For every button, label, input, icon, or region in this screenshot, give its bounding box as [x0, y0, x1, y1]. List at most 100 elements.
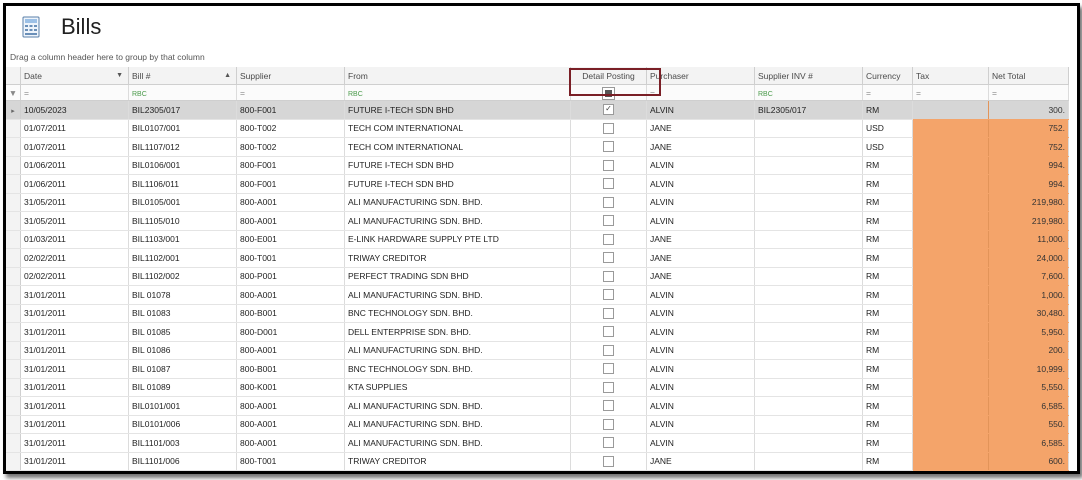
row-indicator[interactable]	[6, 285, 21, 305]
row-indicator[interactable]	[6, 248, 21, 268]
date-cell[interactable]: 31/01/2011	[20, 378, 129, 397]
detail-posting-cell[interactable]	[570, 322, 647, 342]
bill-cell[interactable]: BIL0101/006	[128, 415, 237, 434]
supplier-cell[interactable]: 800-A001	[236, 285, 345, 305]
currency-cell[interactable]: RM	[862, 156, 913, 175]
purchaser-cell[interactable]: ALVIN	[646, 193, 755, 212]
currency-cell[interactable]: RM	[862, 396, 913, 416]
supplier-cell[interactable]: 800-A001	[236, 396, 345, 416]
tax-cell[interactable]	[912, 378, 989, 397]
purchaser-cell[interactable]: JANE	[646, 267, 755, 286]
supplier-cell[interactable]: 800-A001	[236, 433, 345, 453]
row-indicator[interactable]	[6, 415, 21, 434]
currency-cell[interactable]: USD	[862, 119, 913, 138]
purchaser-cell[interactable]: ALVIN	[646, 433, 755, 453]
table-row[interactable]: 31/01/2011 BIL1101/006 800-T001 TRIWAY CRED…	[6, 452, 1069, 471]
from-cell[interactable]: BNC TECHNOLOGY SDN. BHD.	[344, 359, 571, 379]
column-header-date[interactable]: Date ▼	[20, 67, 129, 85]
date-cell[interactable]: 31/01/2011	[20, 359, 129, 379]
net-total-cell[interactable]: 6,585.	[988, 433, 1069, 453]
filter-cell-bill[interactable]: RBC	[128, 84, 237, 101]
date-cell[interactable]: 31/01/2011	[20, 341, 129, 360]
detail-posting-cell[interactable]	[570, 285, 647, 305]
currency-cell[interactable]: RM	[862, 341, 913, 360]
unchecked-checkbox[interactable]	[603, 363, 614, 375]
currency-cell[interactable]: RM	[862, 230, 913, 249]
row-indicator-arrow-icon[interactable]: ▸	[6, 100, 21, 120]
unchecked-checkbox[interactable]	[603, 344, 614, 356]
purchaser-cell[interactable]: ALVIN	[646, 174, 755, 194]
row-indicator[interactable]	[6, 137, 21, 157]
date-cell[interactable]: 10/05/2023	[20, 100, 129, 120]
row-indicator[interactable]	[6, 211, 21, 231]
currency-cell[interactable]: RM	[862, 433, 913, 453]
bill-cell[interactable]: BIL0107/001	[128, 119, 237, 138]
filter-cell-purchaser[interactable]: =	[646, 84, 755, 101]
supplier-inv-cell[interactable]	[754, 322, 863, 342]
bill-cell[interactable]: BIL1107/012	[128, 137, 237, 157]
unchecked-checkbox[interactable]	[603, 400, 614, 412]
detail-posting-cell[interactable]	[570, 248, 647, 268]
from-cell[interactable]: ALI MANUFACTURING SDN. BHD.	[344, 433, 571, 453]
bill-cell[interactable]: BIL1106/011	[128, 174, 237, 194]
row-indicator[interactable]	[6, 433, 21, 453]
bill-cell[interactable]: BIL1102/002	[128, 267, 237, 286]
purchaser-cell[interactable]: JANE	[646, 248, 755, 268]
table-row[interactable]: 31/01/2011 BIL0101/001 800-A001 ALI MANUFAC…	[6, 396, 1069, 416]
filter-cell-tax[interactable]: =	[912, 84, 989, 101]
supplier-cell[interactable]: 800-F001	[236, 156, 345, 175]
tax-cell[interactable]	[912, 322, 989, 342]
from-cell[interactable]: E-LINK HARDWARE SUPPLY PTE LTD	[344, 230, 571, 249]
currency-cell[interactable]: RM	[862, 285, 913, 305]
net-total-cell[interactable]: 7,600.	[988, 267, 1069, 286]
tax-cell[interactable]	[912, 248, 989, 268]
supplier-inv-cell[interactable]	[754, 193, 863, 212]
detail-posting-cell[interactable]	[570, 211, 647, 231]
detail-posting-cell[interactable]	[570, 359, 647, 379]
net-total-cell[interactable]: 994.	[988, 156, 1069, 175]
date-cell[interactable]: 31/01/2011	[20, 452, 129, 471]
unchecked-checkbox[interactable]	[603, 307, 614, 319]
bill-cell[interactable]: BIL 01078	[128, 285, 237, 305]
currency-cell[interactable]: RM	[862, 359, 913, 379]
bill-cell[interactable]: BIL 01085	[128, 322, 237, 342]
row-indicator[interactable]	[6, 156, 21, 175]
unchecked-checkbox[interactable]	[603, 215, 614, 227]
net-total-cell[interactable]: 752.	[988, 137, 1069, 157]
net-total-cell[interactable]: 10,999.	[988, 359, 1069, 379]
supplier-inv-cell[interactable]	[754, 452, 863, 471]
detail-posting-cell[interactable]	[570, 156, 647, 175]
purchaser-cell[interactable]: ALVIN	[646, 156, 755, 175]
supplier-inv-cell[interactable]	[754, 378, 863, 397]
detail-posting-cell[interactable]	[570, 267, 647, 286]
tax-cell[interactable]	[912, 341, 989, 360]
date-cell[interactable]: 31/01/2011	[20, 433, 129, 453]
unchecked-checkbox[interactable]	[603, 289, 614, 301]
column-header-currency[interactable]: Currency	[862, 67, 913, 85]
purchaser-cell[interactable]: ALVIN	[646, 322, 755, 342]
unchecked-checkbox[interactable]	[603, 233, 614, 245]
supplier-cell[interactable]: 800-E001	[236, 230, 345, 249]
from-cell[interactable]: KTA SUPPLIES	[344, 378, 571, 397]
currency-cell[interactable]: RM	[862, 267, 913, 286]
table-row[interactable]: 02/02/2011 BIL1102/002 800-P001 PERFECT TRA…	[6, 267, 1069, 286]
supplier-inv-cell[interactable]	[754, 359, 863, 379]
row-indicator[interactable]	[6, 193, 21, 212]
bill-cell[interactable]: BIL 01083	[128, 304, 237, 323]
date-cell[interactable]: 31/05/2011	[20, 193, 129, 212]
filter-cell-supplier-inv[interactable]: RBC	[754, 84, 863, 101]
supplier-cell[interactable]: 800-F001	[236, 100, 345, 120]
bill-cell[interactable]: BIL1101/006	[128, 452, 237, 471]
detail-posting-cell[interactable]	[570, 378, 647, 397]
date-cell[interactable]: 01/07/2011	[20, 119, 129, 138]
unchecked-checkbox[interactable]	[603, 252, 614, 264]
supplier-inv-cell[interactable]	[754, 415, 863, 434]
table-row[interactable]: 31/05/2011 BIL1105/010 800-A001 ALI MANUFAC…	[6, 211, 1069, 231]
table-row[interactable]: ▸ 10/05/2023 BIL2305/017 800-F001 FUTURE I-T…	[6, 100, 1069, 120]
currency-cell[interactable]: RM	[862, 378, 913, 397]
table-row[interactable]: 01/07/2011 BIL1107/012 800-T002 TECH COM IN…	[6, 137, 1069, 157]
tax-cell[interactable]	[912, 211, 989, 231]
currency-cell[interactable]: RM	[862, 100, 913, 120]
table-row[interactable]: 31/01/2011 BIL 01089 800-K001 KTA SUPPLIES A…	[6, 378, 1069, 397]
from-cell[interactable]: ALI MANUFACTURING SDN. BHD.	[344, 415, 571, 434]
